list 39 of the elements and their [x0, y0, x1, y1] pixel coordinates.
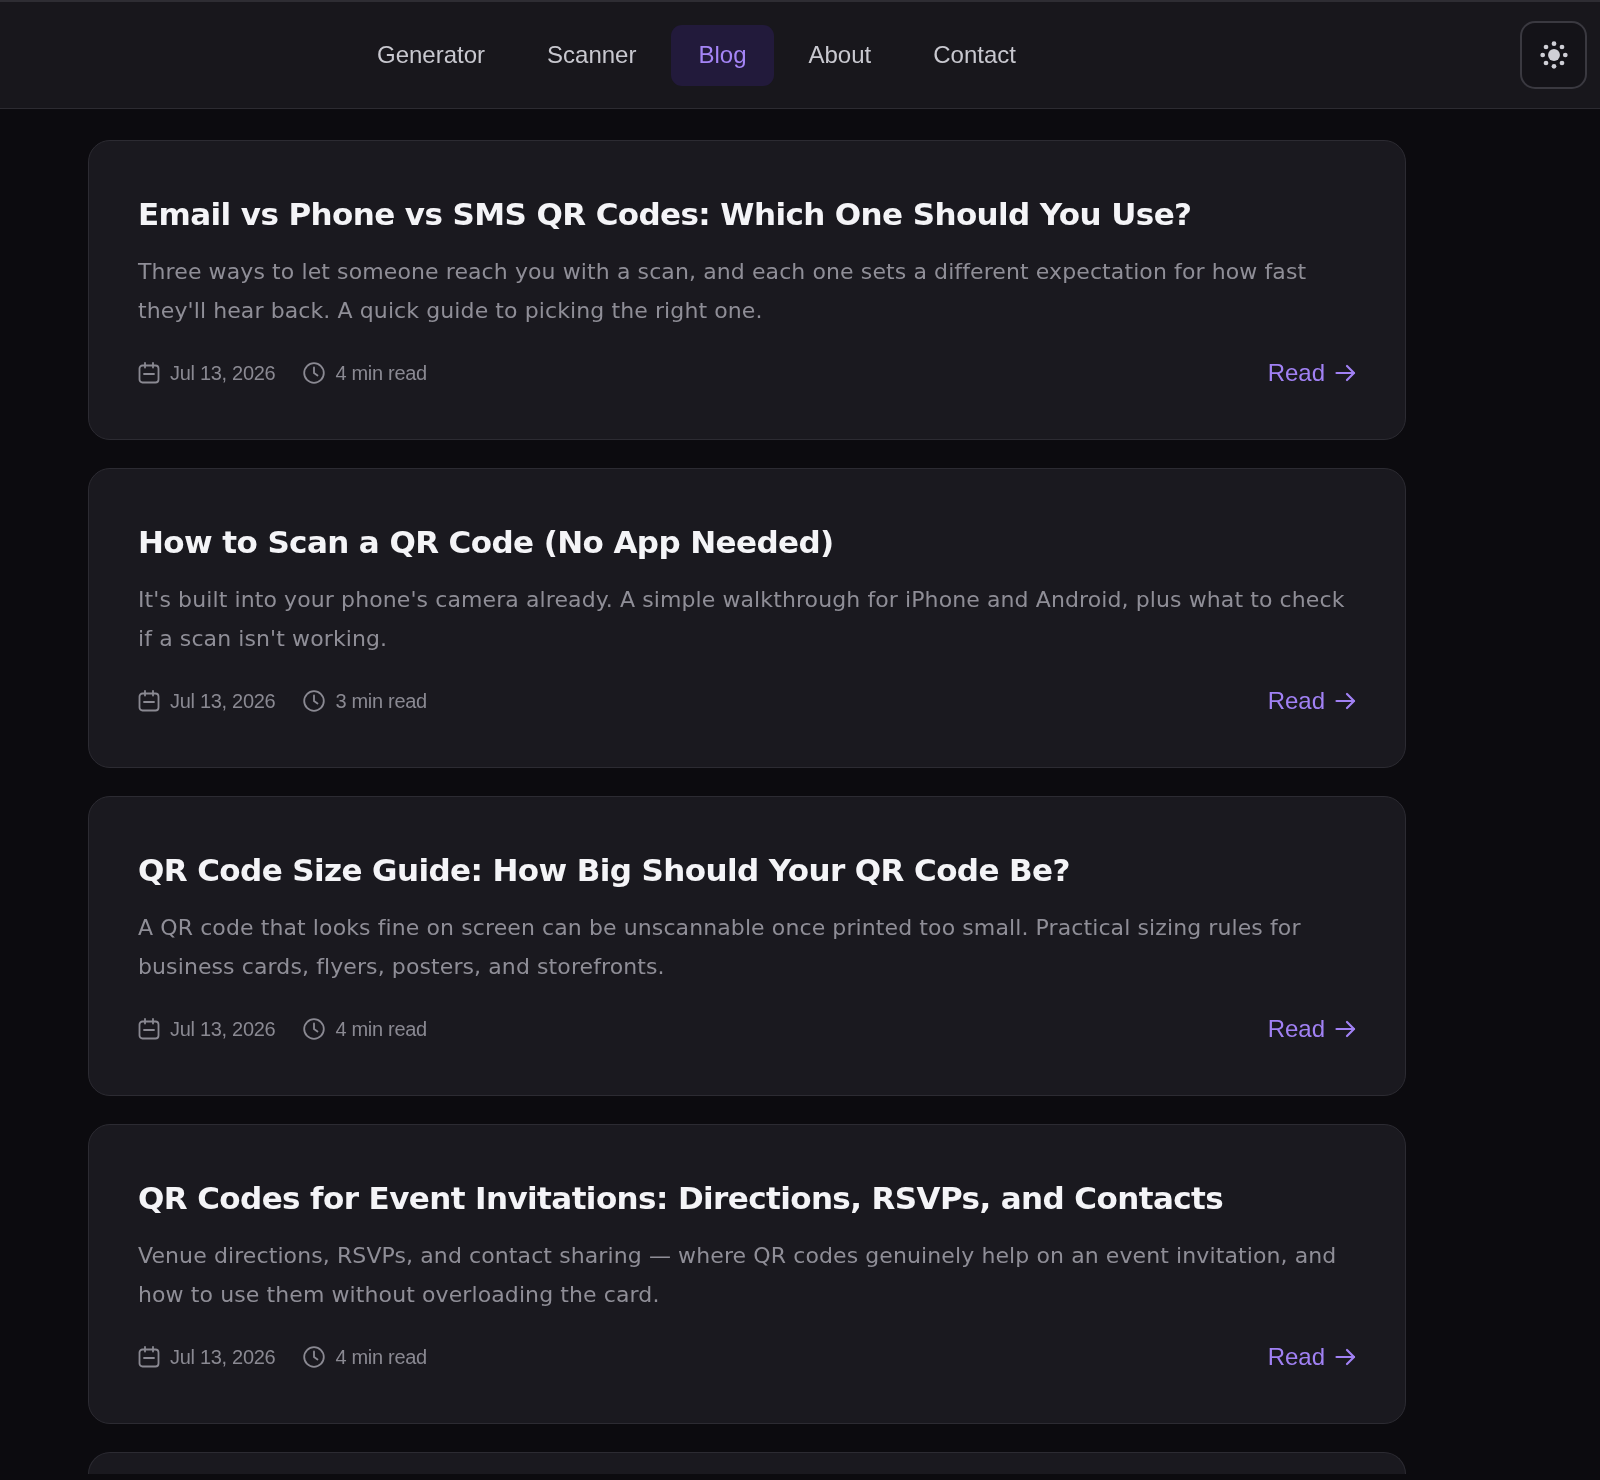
post-title: QR Code Size Guide: How Big Should Your QR Code Be?: [138, 851, 1071, 890]
read-link[interactable]: Read: [1267, 1343, 1356, 1371]
read-time: 4 min read: [335, 1345, 427, 1369]
post-title: How to Scan a QR Code (No App Needed): [138, 523, 835, 562]
calendar-icon: [138, 1018, 160, 1040]
post-date: Jul 13, 2026: [170, 1345, 276, 1369]
read-link[interactable]: Read: [1267, 687, 1356, 715]
read-link[interactable]: Read: [1267, 1015, 1356, 1043]
post-date: Jul 13, 2026: [170, 361, 276, 385]
post-excerpt: A QR code that looks fine on screen can be unscannable once printed too small. Practical sizing rules for business cards, flyers, posters, and storefronts.: [138, 914, 1302, 981]
read-link[interactable]: Read: [1267, 359, 1356, 387]
post-title: Email vs Phone vs SMS QR Codes: Which One Should You Use?: [138, 195, 1193, 234]
nav-tab[interactable]: Blog: [671, 24, 774, 86]
arrow-right-icon: [1335, 364, 1356, 382]
post-title: QR Codes for Event Invitations: Directions, RSVPs, and Contacts: [138, 1179, 1225, 1218]
nav-tab[interactable]: Scanner: [520, 24, 664, 86]
sun-icon: [1539, 41, 1568, 69]
calendar-icon: [138, 362, 160, 384]
post-excerpt: It's built into your phone's camera already. A simple walkthrough for iPhone and Android, plus what to check if a scan isn't working.: [138, 586, 1346, 653]
nav-tab[interactable]: Generator: [350, 24, 513, 86]
arrow-right-icon: [1335, 1020, 1356, 1038]
nav-tab[interactable]: Contact: [906, 24, 1043, 86]
calendar-icon: [138, 690, 160, 712]
post-excerpt: Three ways to let someone reach you with a scan, and each one sets a different expectation for how fast they'll hear back. A quick guide to picking the right one.: [138, 258, 1308, 325]
theme-toggle-button[interactable]: [1520, 21, 1587, 89]
clock-icon: [303, 690, 326, 712]
calendar-icon: [138, 1346, 160, 1368]
clock-icon: [303, 1018, 326, 1040]
clock-icon: [303, 362, 326, 384]
clock-icon: [303, 1346, 326, 1368]
post-date: Jul 13, 2026: [170, 689, 276, 713]
post-excerpt: Venue directions, RSVPs, and contact sharing — where QR codes genuinely help on an event invitation, and how to use them without overloading the card.: [138, 1242, 1338, 1309]
read-time: 4 min read: [335, 1017, 427, 1041]
post-date: Jul 13, 2026: [170, 1017, 276, 1041]
arrow-right-icon: [1335, 692, 1356, 710]
read-time: 4 min read: [335, 361, 427, 385]
read-time: 3 min read: [335, 689, 427, 713]
arrow-right-icon: [1335, 1348, 1356, 1366]
nav-tab[interactable]: About: [781, 24, 899, 86]
